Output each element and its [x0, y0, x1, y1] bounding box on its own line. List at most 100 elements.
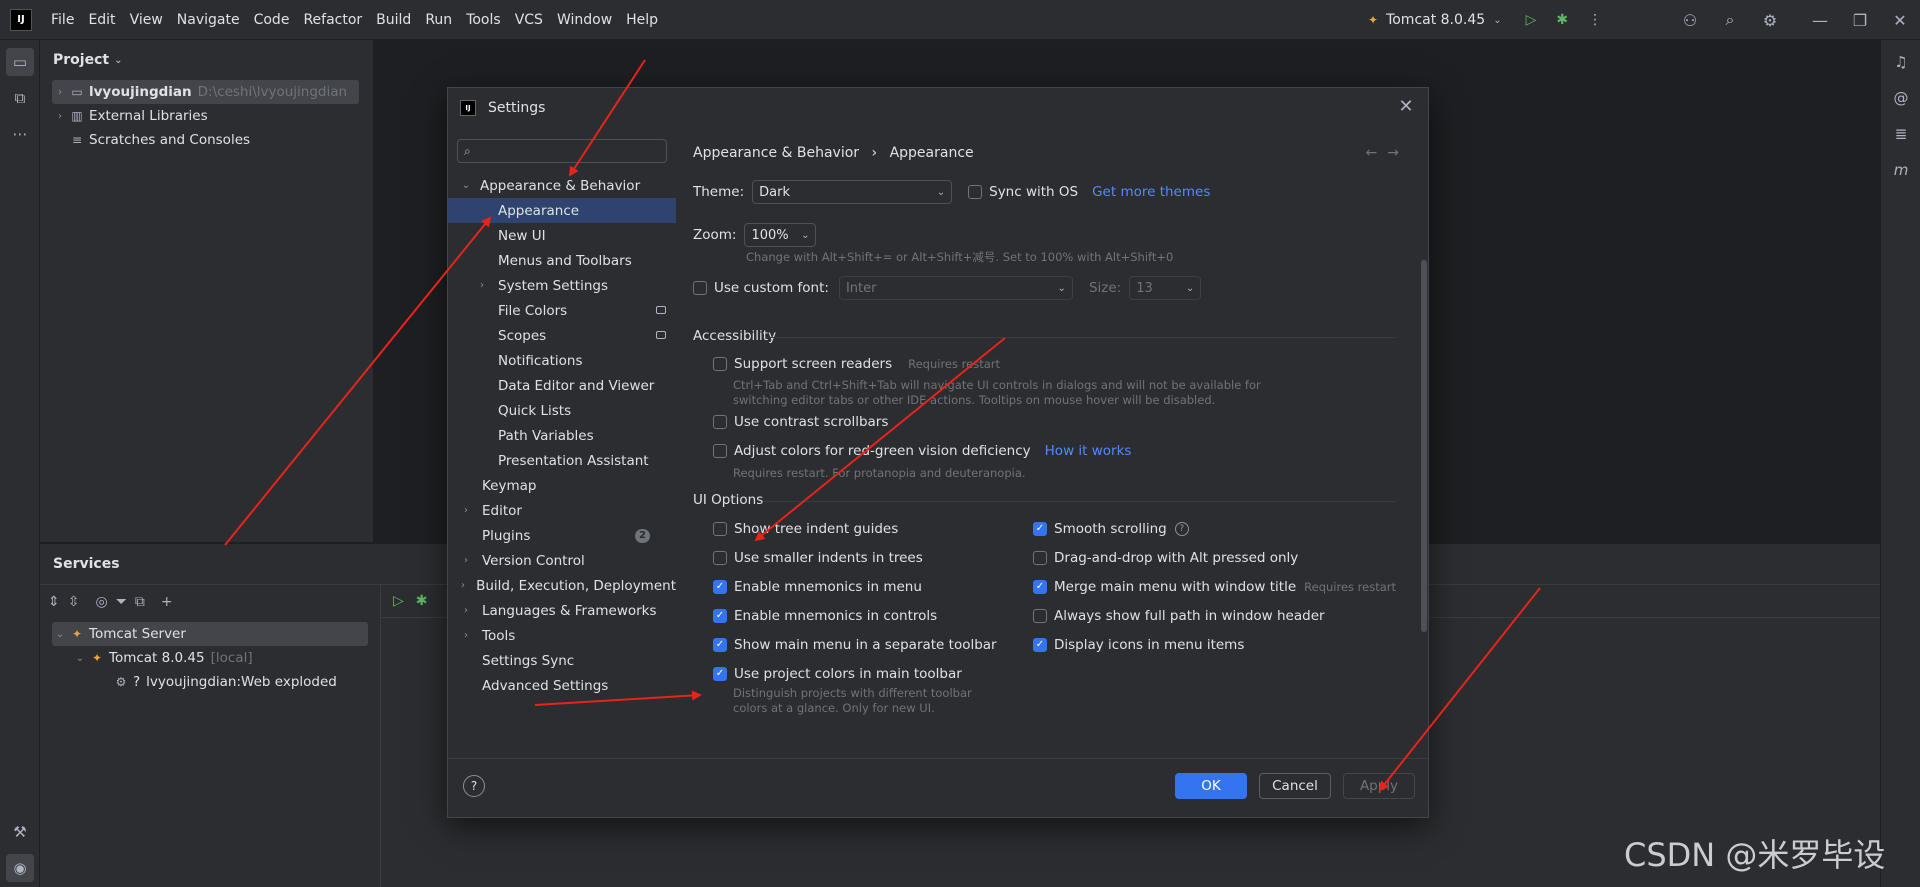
help-icon[interactable]: ?	[1174, 522, 1189, 536]
back-arrow-icon[interactable]: ←	[1366, 145, 1388, 161]
add-user-icon[interactable]: ⚇	[1670, 0, 1710, 40]
menu-file[interactable]: File	[44, 12, 81, 28]
minimize-icon[interactable]: —	[1800, 0, 1840, 40]
red-green-checkbox[interactable]	[713, 444, 727, 458]
smooth-scrolling-checkbox[interactable]: ✓	[1033, 522, 1047, 536]
search-icon[interactable]: ⌕	[1710, 0, 1750, 40]
nav-appearance[interactable]: Appearance	[448, 198, 676, 223]
tree-item-scratches[interactable]: ≡ Scratches and Consoles	[40, 128, 373, 152]
nav-plugins[interactable]: Plugins 2	[448, 523, 676, 548]
collapse-all-icon[interactable]: ⇳	[68, 594, 80, 610]
build-hammer-icon[interactable]: ⚒	[6, 818, 34, 846]
nav-settings-sync[interactable]: Settings Sync	[448, 648, 676, 673]
filter-icon[interactable]: ⏷	[116, 594, 127, 610]
debug-icon[interactable]: ✱	[416, 593, 428, 609]
smaller-indents-checkbox[interactable]	[713, 551, 727, 565]
menu-tools[interactable]: Tools	[459, 12, 508, 28]
project-colors-checkbox[interactable]: ✓	[713, 667, 727, 681]
debug-icon[interactable]: ✱	[1556, 12, 1568, 28]
menu-vcs[interactable]: VCS	[508, 12, 550, 28]
menu-navigate[interactable]: Navigate	[170, 12, 247, 28]
nav-tools[interactable]: › Tools	[448, 623, 676, 648]
nav-appearance-behavior[interactable]: ⌄ Appearance & Behavior	[448, 173, 676, 198]
nav-data-editor[interactable]: Data Editor and Viewer	[448, 373, 676, 398]
how-it-works-link[interactable]: How it works	[1045, 443, 1132, 459]
more-actions-icon[interactable]: ⋮	[1588, 12, 1602, 28]
nav-menus-toolbars[interactable]: Menus and Toolbars	[448, 248, 676, 273]
mnemonics-controls-checkbox[interactable]: ✓	[713, 609, 727, 623]
settings-search-input[interactable]: ⌕	[457, 139, 667, 163]
services-item-tomcat-instance[interactable]: ⌄ ✦ Tomcat 8.0.45 [local]	[40, 646, 380, 670]
more-tools-icon[interactable]: ⋯	[6, 120, 34, 148]
tree-item-project-root[interactable]: › ▭ lvyoujingdian D:\ceshi\lvyoujingdian	[52, 80, 359, 104]
expand-all-icon[interactable]: ⇕	[48, 594, 60, 610]
services-icon[interactable]: ◉	[6, 854, 34, 882]
close-icon[interactable]: ✕	[1394, 96, 1418, 117]
nav-presentation-assistant[interactable]: Presentation Assistant	[448, 448, 676, 473]
nav-build-execution[interactable]: › Build, Execution, Deployment	[448, 573, 676, 598]
services-item-tomcat-server[interactable]: ⌄ ✦ Tomcat Server	[52, 622, 368, 646]
ai-assistant-icon[interactable]: @	[1887, 84, 1915, 112]
forward-arrow-icon[interactable]: →	[1387, 145, 1409, 161]
apply-button[interactable]: Apply	[1343, 773, 1415, 799]
nav-file-colors[interactable]: File Colors	[448, 298, 676, 323]
menu-build[interactable]: Build	[369, 12, 418, 28]
services-item-artifact[interactable]: ⚙ ? lvyoujingdian:Web exploded	[40, 670, 380, 694]
full-path-checkbox[interactable]	[1033, 609, 1047, 623]
breadcrumb-parent[interactable]: Appearance & Behavior	[693, 145, 859, 161]
menu-help[interactable]: Help	[619, 12, 665, 28]
restore-icon[interactable]: ❐	[1840, 0, 1880, 40]
use-custom-font-checkbox[interactable]	[693, 281, 707, 295]
content-scrollbar[interactable]	[1421, 260, 1427, 632]
tree-indent-guides-checkbox[interactable]	[713, 522, 727, 536]
menu-view[interactable]: View	[123, 12, 170, 28]
database-icon[interactable]: ≣	[1887, 120, 1915, 148]
cancel-button[interactable]: Cancel	[1259, 773, 1331, 799]
maven-icon[interactable]: m	[1887, 156, 1915, 184]
project-panel-header[interactable]: Project ⌄	[40, 40, 373, 80]
menu-icons-checkbox[interactable]: ✓	[1033, 638, 1047, 652]
custom-font-select[interactable]: Inter ⌄	[838, 276, 1073, 300]
mnemonics-menu-checkbox[interactable]: ✓	[713, 580, 727, 594]
zoom-select[interactable]: 100% ⌄	[744, 223, 817, 247]
theme-select[interactable]: Dark ⌄	[752, 180, 953, 204]
add-icon[interactable]: +	[161, 594, 173, 610]
gear-icon[interactable]: ⚙	[1750, 0, 1790, 40]
menu-refactor[interactable]: Refactor	[296, 12, 369, 28]
nav-keymap[interactable]: Keymap	[448, 473, 676, 498]
nav-system-settings[interactable]: › System Settings	[448, 273, 676, 298]
font-size-select[interactable]: 13 ⌄	[1129, 276, 1202, 300]
run-icon[interactable]: ▷	[1526, 12, 1537, 28]
notifications-bell-icon[interactable]: ♫	[1887, 48, 1915, 76]
menu-code[interactable]: Code	[247, 12, 297, 28]
structure-icon[interactable]: ⧉	[6, 84, 34, 112]
sync-with-os-checkbox[interactable]	[968, 185, 983, 199]
nav-new-ui[interactable]: New UI	[448, 223, 676, 248]
run-icon[interactable]: ▷	[393, 593, 404, 609]
menu-run[interactable]: Run	[418, 12, 459, 28]
menu-edit[interactable]: Edit	[81, 12, 122, 28]
eye-icon[interactable]: ◎	[95, 594, 107, 610]
help-button[interactable]: ?	[463, 775, 485, 797]
nav-editor[interactable]: › Editor	[448, 498, 676, 523]
menu-window[interactable]: Window	[550, 12, 619, 28]
project-folder-icon[interactable]: ▭	[6, 48, 34, 76]
close-window-icon[interactable]: ✕	[1880, 0, 1920, 40]
nav-scopes[interactable]: Scopes	[448, 323, 676, 348]
merge-menu-checkbox[interactable]: ✓	[1033, 580, 1047, 594]
separate-toolbar-checkbox[interactable]: ✓	[713, 638, 727, 652]
nav-version-control[interactable]: › Version Control	[448, 548, 676, 573]
new-tab-icon[interactable]: ⧉	[135, 594, 145, 610]
drag-drop-alt-checkbox[interactable]	[1033, 551, 1047, 565]
tree-item-external-libraries[interactable]: › ▥ External Libraries	[40, 104, 373, 128]
ok-button[interactable]: OK	[1175, 773, 1247, 799]
nav-path-variables[interactable]: Path Variables	[448, 423, 676, 448]
nav-advanced-settings[interactable]: Advanced Settings	[448, 673, 676, 698]
nav-quick-lists[interactable]: Quick Lists	[448, 398, 676, 423]
run-configuration-selector[interactable]: ✦ Tomcat 8.0.45 ⌄ ▷ ✱ ⋮	[1368, 0, 1602, 40]
nav-notifications[interactable]: Notifications	[448, 348, 676, 373]
contrast-scrollbars-checkbox[interactable]	[713, 415, 727, 429]
get-more-themes-link[interactable]: Get more themes	[1092, 184, 1210, 200]
support-screen-readers-checkbox[interactable]	[713, 357, 727, 371]
nav-languages-frameworks[interactable]: › Languages & Frameworks	[448, 598, 676, 623]
